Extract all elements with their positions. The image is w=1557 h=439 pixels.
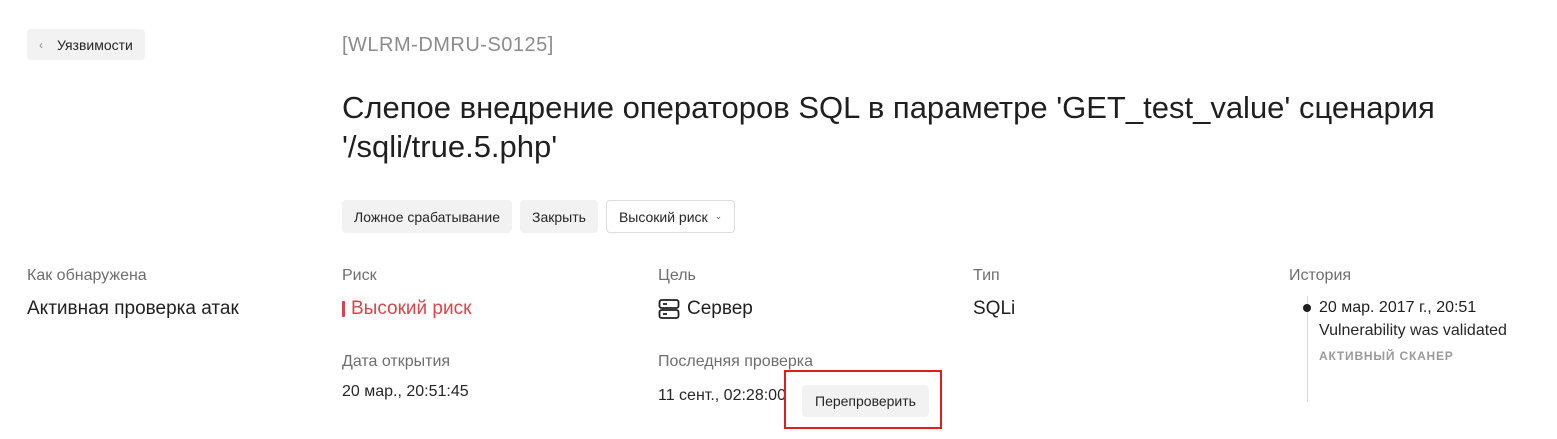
detected-value: Активная проверка атак [27,298,239,319]
server-icon [658,299,680,319]
risk-value-text: Высокий риск [351,298,472,319]
history-label: История [1289,267,1352,284]
vulnerability-id: [WLRM-DMRU-S0125] [342,34,554,56]
recheck-button[interactable]: Перепроверить [802,385,929,417]
chevron-left-icon: ‹ [39,37,43,52]
action-bar: Ложное срабатывание Закрыть Высокий риск… [342,200,736,233]
risk-dropdown-label: Высокий риск [618,208,708,225]
opened-value: 20 мар., 20:51:45 [342,383,469,400]
detected-column: Как обнаружена Активная проверка атак [27,267,239,320]
risk-indicator-bar [342,301,345,317]
opened-label: Дата открытия [342,353,451,370]
last-check-label: Последняя проверка [658,353,814,370]
page-title: Слепое внедрение операторов SQL в параме… [342,90,1435,164]
target-value: Сервер [658,298,813,320]
history-entry: 20 мар. 2017 г., 20:51 Vulnerability was… [1319,299,1507,363]
target-label: Цель [658,267,696,284]
type-value: SQLi [973,298,1016,319]
detected-label: Как обнаружена [27,267,147,284]
back-button-label: Уязвимости [57,36,133,53]
type-column: Тип SQLi [973,267,1015,320]
risk-column: Риск Высокий риск Дата открытия 20 мар.,… [342,267,471,401]
history-column: История [1289,267,1351,287]
type-label: Тип [973,267,1000,284]
risk-dropdown[interactable]: Высокий риск ⌄ [605,200,736,233]
risk-label: Риск [342,267,377,284]
false-positive-button[interactable]: Ложное срабатывание [342,200,513,233]
history-entry-source: АКТИВНЫЙ СКАНЕР [1319,349,1454,363]
close-button[interactable]: Закрыть [520,200,598,233]
target-value-text: Сервер [687,298,753,319]
back-to-vulnerabilities-button[interactable]: ‹ Уязвимости [27,29,145,60]
history-entry-date: 20 мар. 2017 г., 20:51 [1319,299,1477,316]
chevron-down-icon: ⌄ [714,211,723,221]
vulnerability-detail-page: ‹ Уязвимости [WLRM-DMRU-S0125] Слепое вн… [0,0,1557,439]
history-entry-text: Vulnerability was validated [1319,322,1507,339]
history-timeline-dot [1303,304,1311,312]
risk-value: Высокий риск [342,298,471,320]
